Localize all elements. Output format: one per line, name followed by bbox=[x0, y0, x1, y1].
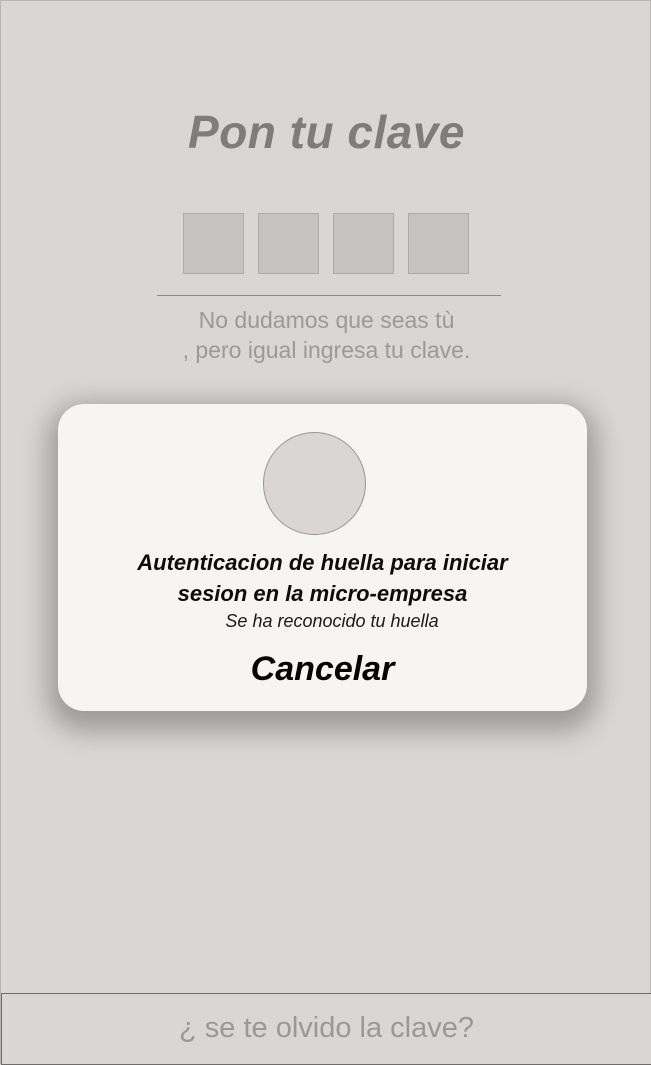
pin-digit-4[interactable] bbox=[408, 213, 469, 274]
page-title: Pon tu clave bbox=[188, 106, 465, 158]
dialog-title-line-1: Autenticacion de huella para iniciar bbox=[137, 550, 508, 575]
hint-line-1: No dudamos que seas tù bbox=[198, 307, 455, 333]
pin-digit-2[interactable] bbox=[258, 213, 319, 274]
login-screen: Pon tu clave No dudamos que seas tù , pe… bbox=[0, 0, 651, 1065]
pin-digit-3[interactable] bbox=[333, 213, 394, 274]
pin-digit-1[interactable] bbox=[183, 213, 244, 274]
fingerprint-dialog: Autenticacion de huella para iniciar ses… bbox=[58, 404, 587, 711]
dialog-title-line-2: sesion en la micro-empresa bbox=[177, 581, 468, 606]
fingerprint-icon[interactable] bbox=[263, 432, 366, 535]
cancel-button[interactable]: Cancelar bbox=[58, 650, 587, 689]
forgot-password-link[interactable]: ¿ se te olvido la clave? bbox=[2, 994, 651, 1064]
pin-divider bbox=[157, 295, 501, 296]
dialog-title: Autenticacion de huella para iniciar ses… bbox=[58, 547, 587, 609]
pin-input-group bbox=[183, 213, 473, 275]
hint-line-2: , pero igual ingresa tu clave. bbox=[182, 337, 471, 363]
pin-hint: No dudamos que seas tù , pero igual ingr… bbox=[1, 305, 651, 365]
dialog-status: Se ha reconocido tu huella bbox=[225, 611, 439, 631]
footer-bar: ¿ se te olvido la clave? bbox=[1, 993, 651, 1065]
